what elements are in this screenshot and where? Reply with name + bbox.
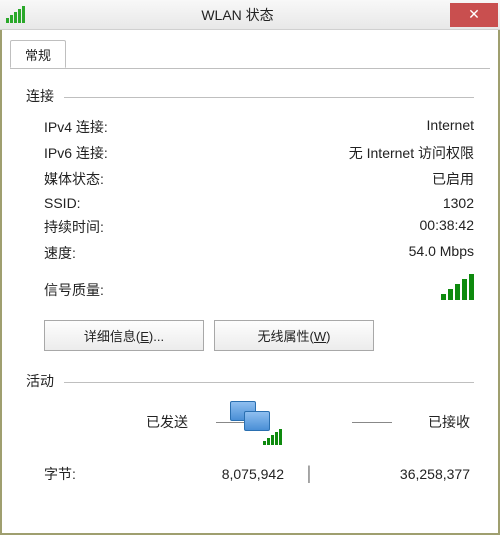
row-ipv4: IPv4 连接: Internet	[26, 114, 474, 140]
bytes-label: 字节:	[44, 464, 144, 484]
duration-label: 持续时间:	[44, 217, 104, 237]
ipv4-value: Internet	[427, 117, 474, 137]
duration-value: 00:38:42	[420, 217, 475, 237]
signal-quality-label: 信号质量:	[44, 280, 104, 300]
close-icon: ✕	[468, 6, 480, 23]
row-speed: 速度: 54.0 Mbps	[26, 240, 474, 266]
details-button[interactable]: 详细信息(E)...	[44, 320, 204, 351]
section-connection: 连接	[26, 86, 474, 106]
bytes-sent-value: 8,075,942	[144, 466, 284, 482]
row-ipv6: IPv6 连接: 无 Internet 访问权限	[26, 140, 474, 166]
row-duration: 持续时间: 00:38:42	[26, 214, 474, 240]
ipv6-value: 无 Internet 访问权限	[349, 143, 474, 163]
bytes-received-value: 36,258,377	[334, 466, 474, 482]
title-bar: WLAN 状态 ✕	[0, 0, 500, 30]
row-ssid: SSID: 1302	[26, 192, 474, 214]
ipv6-label: IPv6 连接:	[44, 143, 108, 163]
window-title: WLAN 状态	[25, 5, 450, 25]
dialog-body: 常规 连接 IPv4 连接: Internet IPv6 连接: 无 Inter…	[0, 30, 500, 535]
close-button[interactable]: ✕	[450, 3, 498, 27]
media-value: 已启用	[432, 169, 474, 189]
ssid-label: SSID:	[44, 195, 81, 211]
row-bytes: 字节: 8,075,942 | 36,258,377	[26, 455, 474, 484]
ssid-value: 1302	[443, 195, 474, 211]
wireless-properties-button[interactable]: 无线属性(W)	[214, 320, 374, 351]
media-label: 媒体状态:	[44, 169, 104, 189]
speed-label: 速度:	[44, 243, 76, 263]
network-computers-icon	[222, 401, 278, 443]
ipv4-label: IPv4 连接:	[44, 117, 108, 137]
section-connection-label: 连接	[26, 86, 64, 106]
network-signal-icon	[263, 429, 282, 445]
row-signal-quality: 信号质量:	[26, 266, 474, 304]
activity-header: 已发送 已接收	[26, 399, 474, 445]
signal-strength-icon	[441, 274, 474, 300]
section-activity: 活动	[26, 371, 474, 391]
speed-value: 54.0 Mbps	[409, 243, 474, 263]
wifi-signal-icon	[6, 6, 25, 23]
activity-sent-label: 已发送	[146, 412, 188, 432]
tab-general[interactable]: 常规	[10, 40, 66, 68]
bytes-separator: |	[284, 463, 334, 484]
section-activity-label: 活动	[26, 371, 64, 391]
activity-received-label: 已接收	[428, 412, 470, 432]
row-media: 媒体状态: 已启用	[26, 166, 474, 192]
